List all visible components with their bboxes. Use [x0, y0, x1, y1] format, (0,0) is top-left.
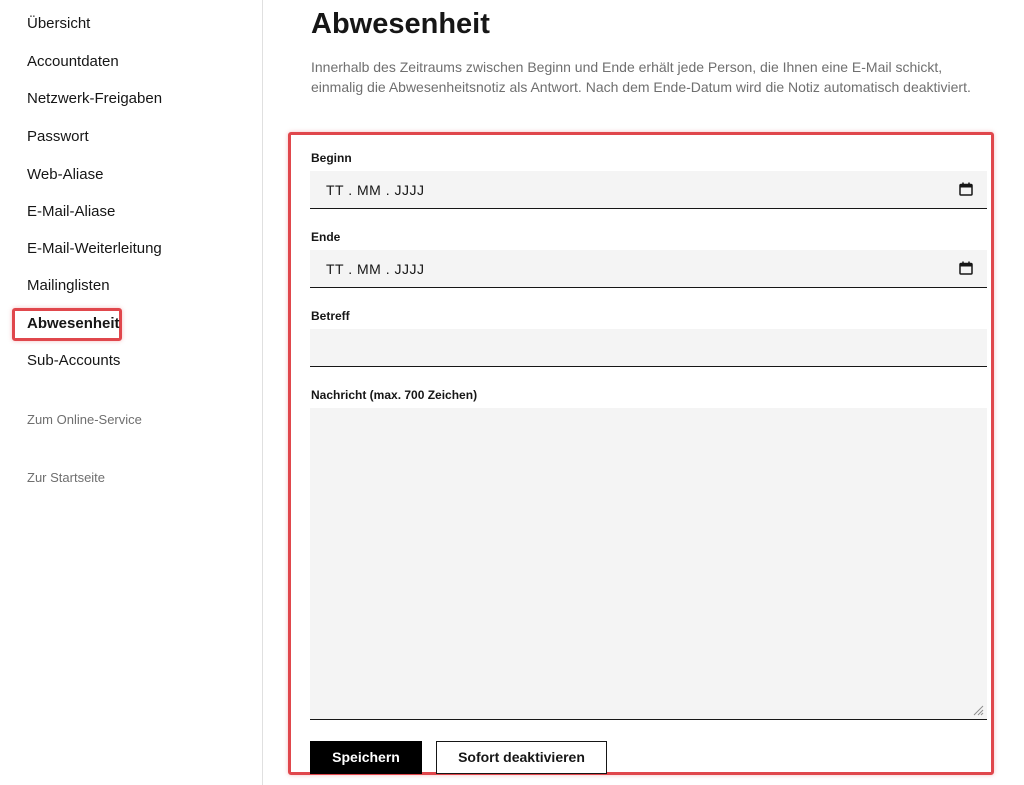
save-button[interactable]: Speichern: [310, 741, 422, 774]
sidebar-item-sub-accounts[interactable]: Sub-Accounts: [27, 351, 120, 371]
sidebar-item-web-aliase[interactable]: Web-Aliase: [27, 165, 103, 185]
begin-label: Beginn: [311, 151, 352, 165]
end-label: Ende: [311, 230, 341, 244]
link-startseite[interactable]: Zur Startseite: [27, 469, 105, 487]
message-label: Nachricht (max. 700 Zeichen): [311, 388, 478, 402]
sidebar-item-mailinglisten[interactable]: Mailinglisten: [27, 276, 110, 296]
sidebar-item-accountdaten[interactable]: Accountdaten: [27, 52, 119, 72]
end-date-placeholder: TT . MM . JJJJ: [326, 261, 425, 277]
sidebar-item-abwesenheit[interactable]: Abwesenheit: [27, 314, 120, 334]
subject-label: Betreff: [311, 309, 350, 323]
intro-text: Innerhalb des Zeitraums zwischen Beginn …: [311, 59, 971, 95]
deactivate-button[interactable]: Sofort deaktivieren: [436, 741, 607, 774]
calendar-icon[interactable]: [959, 261, 973, 275]
subject-input[interactable]: [310, 329, 987, 367]
sidebar-nav: Übersicht Accountdaten Netzwerk-Freigabe…: [0, 0, 263, 785]
sidebar-item-netzwerk-freigaben[interactable]: Netzwerk-Freigaben: [27, 89, 162, 109]
calendar-icon[interactable]: [959, 182, 973, 196]
link-online-service[interactable]: Zum Online-Service: [27, 411, 142, 429]
begin-date-placeholder: TT . MM . JJJJ: [326, 182, 425, 198]
end-date-input[interactable]: TT . MM . JJJJ: [310, 250, 987, 288]
page-title: Abwesenheit: [311, 8, 490, 40]
sidebar-item-passwort[interactable]: Passwort: [27, 127, 89, 147]
message-textarea[interactable]: [310, 408, 987, 720]
begin-date-input[interactable]: TT . MM . JJJJ: [310, 171, 987, 209]
sidebar-item-email-aliase[interactable]: E-Mail-Aliase: [27, 202, 115, 222]
sidebar-item-uebersicht[interactable]: Übersicht: [27, 14, 90, 34]
sidebar-item-email-weiterleitung[interactable]: E-Mail-Weiterleitung: [27, 239, 162, 259]
resize-handle-icon[interactable]: [972, 704, 984, 716]
